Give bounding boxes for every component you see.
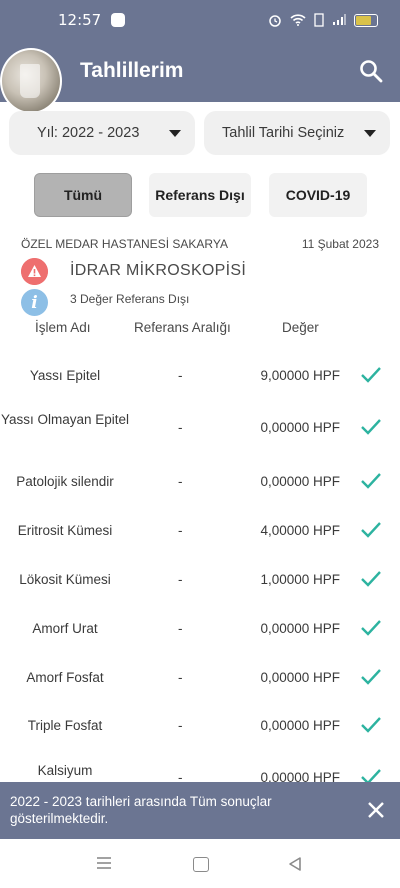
back-icon[interactable] <box>287 856 303 872</box>
row-value: 0,00000 HPF <box>260 718 340 733</box>
check-icon <box>361 473 381 489</box>
column-header-value: Değer <box>282 320 319 335</box>
year-dropdown-label: Yıl: 2022 - 2023 <box>37 125 140 141</box>
row-name: Eritrosit Kümesi <box>17 523 113 538</box>
check-icon <box>361 669 381 685</box>
hospital-name: ÖZEL MEDAR HASTANESİ SAKARYA <box>21 237 228 251</box>
row-name: Kalsiyum <box>37 763 93 778</box>
year-dropdown[interactable]: Yıl: 2022 - 2023 <box>9 111 195 155</box>
battery-icon <box>354 13 378 27</box>
report-date: 11 Şubat 2023 <box>301 237 379 251</box>
row-name: Amorf Urat <box>32 621 98 636</box>
check-icon <box>361 522 381 538</box>
table-row: Yassı Olmayan Epitel - 0,00000 HPF <box>0 401 400 450</box>
row-name: Yassı Olmayan Epitel <box>0 412 130 427</box>
row-range: - <box>178 670 183 685</box>
app-header: Tahlillerim <box>0 40 400 114</box>
close-icon[interactable] <box>366 800 386 820</box>
table-row: Amorf Urat - 0,00000 HPF <box>0 604 400 653</box>
check-icon <box>361 717 381 733</box>
table-row: Lökosit Kümesi - 1,00000 HPF <box>0 555 400 604</box>
out-of-range-count: 3 Değer Referans Dışı <box>70 292 190 306</box>
row-name: Yassı Epitel <box>29 368 101 383</box>
wifi-icon <box>290 14 306 26</box>
tab-covid[interactable]: COVID-19 <box>269 173 367 217</box>
signal-icon <box>333 14 346 25</box>
row-range: - <box>178 718 183 733</box>
home-icon[interactable] <box>193 857 209 872</box>
table-row: Amorf Fosfat - 0,00000 HPF <box>0 653 400 702</box>
notification-icon <box>111 13 126 27</box>
snackbar-message: 2022 - 2023 tarihleri arasında Tüm sonuç… <box>10 794 272 826</box>
row-value: 0,00000 HPF <box>260 420 340 435</box>
recent-apps-icon[interactable] <box>96 857 112 869</box>
row-range: - <box>178 368 183 383</box>
row-range: - <box>178 621 183 636</box>
row-value: 1,00000 HPF <box>260 572 340 587</box>
check-icon <box>361 419 381 435</box>
row-range: - <box>178 420 183 435</box>
row-name: Triple Fosfat <box>27 718 103 733</box>
check-icon <box>361 620 381 636</box>
tab-out-of-range[interactable]: Referans Dışı <box>149 173 251 217</box>
row-value: 9,00000 HPF <box>260 368 340 383</box>
row-value: 4,00000 HPF <box>260 523 340 538</box>
date-dropdown[interactable]: Tahlil Tarihi Seçiniz <box>204 111 390 155</box>
chevron-down-icon <box>364 129 376 137</box>
chevron-down-icon <box>169 129 181 137</box>
row-value: 0,00000 HPF <box>260 621 340 636</box>
check-icon <box>361 571 381 587</box>
row-name: Patolojik silendir <box>16 474 114 489</box>
snackbar: 2022 - 2023 tarihleri arasında Tüm sonuç… <box>0 782 400 839</box>
tab-all[interactable]: Tümü <box>34 173 132 217</box>
table-row: Yassı Epitel - 9,00000 HPF <box>0 352 400 401</box>
status-bar: 12:57 <box>0 0 400 40</box>
table-row: Patolojik silendir - 0,00000 HPF <box>0 457 400 506</box>
row-range: - <box>178 474 183 489</box>
date-dropdown-label: Tahlil Tarihi Seçiniz <box>222 125 345 141</box>
row-name: Lökosit Kümesi <box>19 572 111 587</box>
row-name: Amorf Fosfat <box>26 670 104 685</box>
page-title: Tahlillerim <box>80 59 184 82</box>
row-range: - <box>178 523 183 538</box>
warning-icon <box>21 258 48 285</box>
volte-icon <box>314 13 324 27</box>
check-icon <box>361 367 381 383</box>
table-row: Eritrosit Kümesi - 4,00000 HPF <box>0 506 400 555</box>
test-name: İDRAR MİKROSKOPİSİ <box>70 262 247 279</box>
row-value: 0,00000 HPF <box>260 670 340 685</box>
column-header-range: Referans Aralığı <box>134 320 231 335</box>
status-time: 12:57 <box>58 11 102 29</box>
avatar[interactable] <box>0 48 62 114</box>
search-icon[interactable] <box>358 58 384 84</box>
row-value: 0,00000 HPF <box>260 474 340 489</box>
alarm-icon <box>269 15 281 27</box>
status-icons <box>268 13 378 27</box>
info-icon: i <box>21 289 48 316</box>
column-header-name: İşlem Adı <box>35 320 91 335</box>
table-row: Triple Fosfat - 0,00000 HPF <box>0 702 400 751</box>
row-range: - <box>178 572 183 587</box>
